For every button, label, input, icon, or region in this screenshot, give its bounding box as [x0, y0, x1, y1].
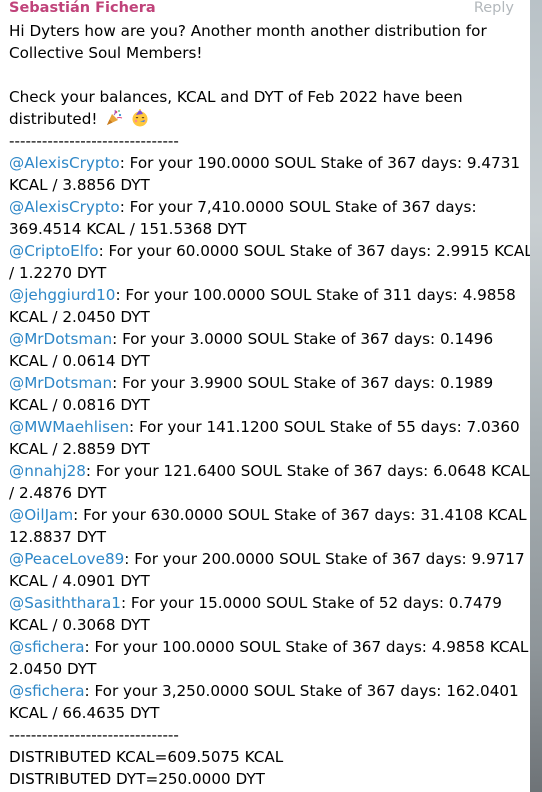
stake-entry: @sfichera: For your 3,250.0000 SOUL Stak… [9, 680, 519, 724]
stake-detail-text: : For your 100.0000 SOUL Stake of 311 da… [115, 286, 516, 304]
stake-entry-line: @MrDotsman: For your 3.9900 SOUL Stake o… [9, 372, 519, 394]
stake-entry-line: @OilJam: For your 630.0000 SOUL Stake of… [9, 504, 537, 526]
stake-entry-line: @CriptoElfo: For your 60.0000 SOUL Stake… [9, 240, 533, 262]
stake-entry-continuation: KCAL / 0.3068 DYT [9, 616, 150, 634]
stake-entry-continuation: KCAL / 0.0614 DYT [9, 352, 150, 370]
stake-entry: @MrDotsman: For your 3.0000 SOUL Stake o… [9, 328, 519, 372]
stake-entry: @jehggiurd10: For your 100.0000 SOUL Sta… [9, 284, 519, 328]
stake-detail-text: : For your 3.9900 SOUL Stake of 367 days… [112, 374, 494, 392]
stake-detail-text: : For your 121.6400 SOUL Stake of 367 da… [85, 462, 530, 480]
chat-screen: Sebastián Fichera Reply Hi Dyters how ar… [0, 0, 542, 792]
message-header: Sebastián Fichera Reply [0, 0, 528, 20]
total-dyt: DISTRIBUTED DYT=250.0000 DYT [9, 770, 265, 788]
stake-detail-text: : For your 60.0000 SOUL Stake of 367 day… [98, 242, 533, 260]
user-mention-link[interactable]: @MrDotsman [9, 374, 112, 392]
stake-entry-line: @MWMaehlisen: For your 141.1200 SOUL Sta… [9, 416, 520, 438]
stake-entry: @PeaceLove89: For your 200.0000 SOUL Sta… [9, 548, 525, 592]
chat-message: Sebastián Fichera Reply Hi Dyters how ar… [0, 0, 538, 792]
background-edge [530, 0, 542, 792]
stake-entry-continuation: KCAL / 4.0901 DYT [9, 572, 150, 590]
stake-entry-line: @AlexisCrypto: For your 7,410.0000 SOUL … [9, 196, 519, 218]
greeting-line: Collective Soul Members! [9, 44, 203, 62]
stake-entry: @MrDotsman: For your 3.9900 SOUL Stake o… [9, 372, 519, 416]
stake-entry-continuation: 369.4514 KCAL / 151.5368 DYT [9, 220, 247, 238]
stake-entry-line: @sfichera: For your 100.0000 SOUL Stake … [9, 636, 538, 658]
stake-entry-continuation: KCAL / 0.0816 DYT [9, 396, 150, 414]
stake-detail-text: : For your 3.0000 SOUL Stake of 367 days… [112, 330, 494, 348]
stake-entry-line: @MrDotsman: For your 3.0000 SOUL Stake o… [9, 328, 519, 350]
separator-line: ------------------------------- [9, 726, 179, 744]
user-mention-link[interactable]: @jehggiurd10 [9, 286, 115, 304]
stake-entry: @nnahj28: For your 121.6400 SOUL Stake o… [9, 460, 530, 504]
partying-face-icon [131, 109, 149, 127]
sender-name[interactable]: Sebastián Fichera [9, 0, 156, 16]
stake-entry-line: @jehggiurd10: For your 100.0000 SOUL Sta… [9, 284, 519, 306]
stake-entry-continuation: KCAL / 3.8856 DYT [9, 176, 150, 194]
stake-detail-text: : For your 630.0000 SOUL Stake of 367 da… [73, 506, 537, 524]
stake-entry-continuation: KCAL / 66.4635 DYT [9, 704, 160, 722]
check-line-with-emoji: distributed! [9, 108, 519, 130]
stake-entries: @AlexisCrypto: For your 190.0000 SOUL St… [9, 152, 538, 724]
stake-detail-text: : For your 15.0000 SOUL Stake of 52 days… [120, 594, 502, 612]
user-mention-link[interactable]: @OilJam [9, 506, 73, 524]
stake-detail-text: : For your 3,250.0000 SOUL Stake of 367 … [84, 682, 519, 700]
check-line: Check your balances, KCAL and DYT of Feb… [9, 88, 463, 106]
user-mention-link[interactable]: @MWMaehlisen [9, 418, 129, 436]
user-mention-link[interactable]: @AlexisCrypto [9, 198, 120, 216]
user-mention-link[interactable]: @nnahj28 [9, 462, 86, 480]
stake-entry-continuation: 12.8837 DYT [9, 528, 107, 546]
stake-detail-text: : For your 7,410.0000 SOUL Stake of 367 … [119, 198, 477, 216]
stake-entry-continuation: / 2.4876 DYT [9, 484, 107, 502]
stake-entry-line: @AlexisCrypto: For your 190.0000 SOUL St… [9, 152, 521, 174]
stake-entry-line: @nnahj28: For your 121.6400 SOUL Stake o… [9, 460, 530, 482]
greeting-line: Hi Dyters how are you? Another month ano… [9, 22, 487, 40]
separator-line: ------------------------------- [9, 132, 179, 150]
user-mention-link[interactable]: @MrDotsman [9, 330, 112, 348]
party-popper-icon [105, 109, 123, 127]
user-mention-link[interactable]: @PeaceLove89 [9, 550, 124, 568]
user-mention-link[interactable]: @sfichera [9, 638, 85, 656]
stake-entry: @AlexisCrypto: For your 7,410.0000 SOUL … [9, 196, 519, 240]
reply-button[interactable]: Reply [474, 0, 514, 16]
stake-entry-line: @PeaceLove89: For your 200.0000 SOUL Sta… [9, 548, 525, 570]
stake-entry: @OilJam: For your 630.0000 SOUL Stake of… [9, 504, 537, 548]
user-mention-link[interactable]: @sfichera [9, 682, 85, 700]
check-line-text: distributed! [9, 110, 98, 128]
stake-entry: @MWMaehlisen: For your 141.1200 SOUL Sta… [9, 416, 520, 460]
stake-entry-line: @Sasiththara1: For your 15.0000 SOUL Sta… [9, 592, 519, 614]
stake-entry: @Sasiththara1: For your 15.0000 SOUL Sta… [9, 592, 519, 636]
stake-entry: @sfichera: For your 100.0000 SOUL Stake … [9, 636, 538, 680]
stake-entry-continuation: KCAL / 2.8859 DYT [9, 440, 150, 458]
stake-detail-text: : For your 100.0000 SOUL Stake of 367 da… [84, 638, 539, 656]
stake-entry-continuation: KCAL / 2.0450 DYT [9, 308, 150, 326]
user-mention-link[interactable]: @Sasiththara1 [9, 594, 121, 612]
user-mention-link[interactable]: @CriptoElfo [9, 242, 99, 260]
stake-entry-continuation: / 1.2270 DYT [9, 264, 107, 282]
stake-entry-continuation: 2.0450 DYT [9, 660, 97, 678]
stake-entry: @AlexisCrypto: For your 190.0000 SOUL St… [9, 152, 521, 196]
user-mention-link[interactable]: @AlexisCrypto [9, 154, 120, 172]
stake-detail-text: : For your 200.0000 SOUL Stake of 367 da… [124, 550, 525, 568]
stake-detail-text: : For your 190.0000 SOUL Stake of 367 da… [119, 154, 521, 172]
stake-detail-text: : For your 141.1200 SOUL Stake of 55 day… [129, 418, 520, 436]
stake-entry: @CriptoElfo: For your 60.0000 SOUL Stake… [9, 240, 533, 284]
message-body: Hi Dyters how are you? Another month ano… [9, 20, 538, 790]
stake-entry-line: @sfichera: For your 3,250.0000 SOUL Stak… [9, 680, 519, 702]
total-kcal: DISTRIBUTED KCAL=609.5075 KCAL [9, 748, 284, 766]
